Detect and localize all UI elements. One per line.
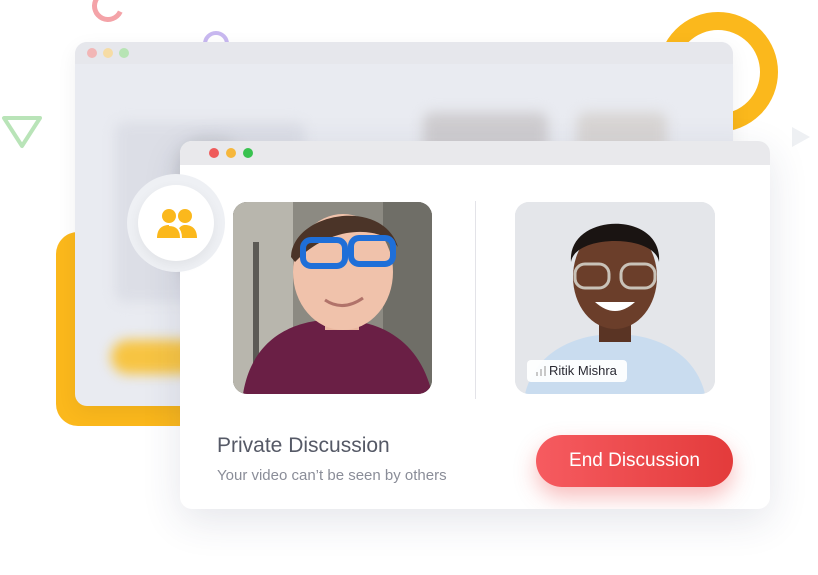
background-window-titlebar [75, 42, 733, 64]
minimize-dot-icon[interactable] [226, 148, 236, 158]
maximize-dot-icon [119, 48, 129, 58]
decorative-grey-triangle [792, 127, 810, 147]
end-discussion-button[interactable]: End Discussion [536, 435, 733, 487]
call-subtitle: Your video can’t be seen by others [217, 467, 447, 484]
decorative-pink-arc [87, 0, 129, 27]
participant-video-left [233, 202, 432, 394]
call-title: Private Discussion [217, 434, 390, 457]
close-dot-icon [87, 48, 97, 58]
video-call-window: Ritik Mishra Private Discussion Your vid… [180, 141, 770, 509]
participant-video-right: Ritik Mishra [515, 202, 715, 394]
video-divider [475, 201, 476, 399]
maximize-dot-icon[interactable] [243, 148, 253, 158]
window-titlebar [180, 141, 770, 165]
group-badge [127, 174, 225, 272]
participant-name-tag: Ritik Mishra [527, 360, 627, 382]
group-badge-inner [138, 185, 214, 261]
participant-name: Ritik Mishra [549, 363, 617, 378]
close-dot-icon[interactable] [209, 148, 219, 158]
decorative-green-triangle [2, 116, 42, 148]
minimize-dot-icon [103, 48, 113, 58]
man-with-blue-glasses-avatar [233, 202, 432, 394]
signal-bars-icon [536, 366, 546, 376]
group-icon [157, 209, 197, 239]
